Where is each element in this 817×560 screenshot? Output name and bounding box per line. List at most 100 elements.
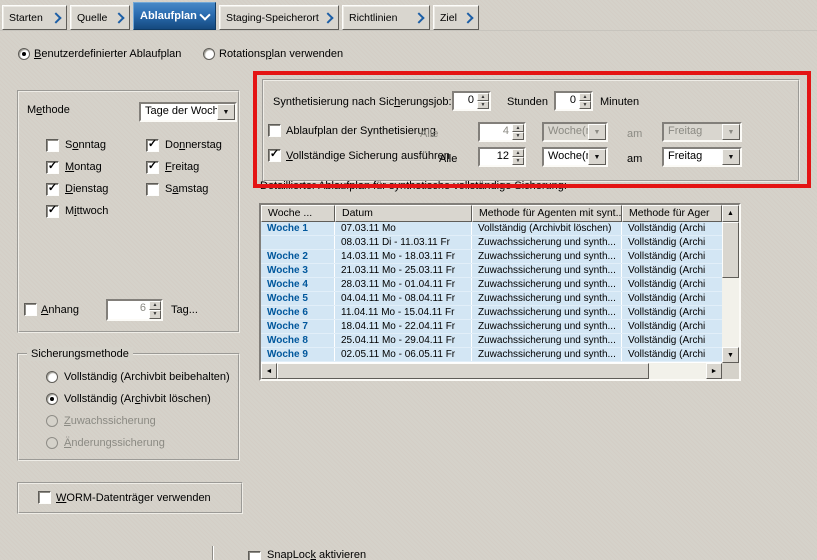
days-type-dropdown[interactable]: Tage der Woche ▼	[139, 102, 237, 122]
spinner-down-icon[interactable]: ▼	[149, 310, 161, 319]
spinner-up-icon[interactable]: ▲	[149, 301, 161, 310]
method2-cell: Vollständig (Archi	[622, 348, 722, 361]
day-checkbox[interactable]: ✓	[46, 161, 59, 174]
spinner-down-icon[interactable]: ▼	[512, 157, 524, 165]
backup-method-radio[interactable]	[46, 393, 58, 405]
day-checkbox[interactable]: ✓	[146, 139, 159, 152]
spinner-up-icon[interactable]: ▲	[512, 124, 524, 132]
tab-richtlinien[interactable]: Richtlinien	[342, 5, 430, 30]
synthesis-schedule-checkbox[interactable]: ✓	[268, 124, 281, 137]
day-label[interactable]: Samstag	[165, 183, 208, 195]
tab-starten[interactable]: Starten	[2, 5, 67, 30]
scroll-down-icon[interactable]: ▼	[722, 347, 739, 363]
table-row[interactable]: Woche 321.03.11 Mo - 25.03.11 FrZuwachss…	[261, 264, 722, 278]
day-item-montag: ✓ Montag	[46, 156, 138, 178]
table-row[interactable]: Woche 214.03.11 Mo - 18.03.11 FrZuwachss…	[261, 250, 722, 264]
column-header-week[interactable]: Woche ...	[261, 205, 335, 222]
rotation-schedule-label[interactable]: Rotationsplan verwenden	[219, 48, 343, 61]
synthesis-interval-spinner[interactable]: 4 ▲▼	[478, 122, 526, 142]
day-label[interactable]: Sonntag	[65, 139, 106, 151]
methode-label: Methode	[27, 104, 70, 117]
synthesis-unit-dropdown[interactable]: Woche(n) ▼	[542, 122, 608, 142]
anhang-label[interactable]: Anhang	[41, 304, 79, 317]
method1-cell: Zuwachssicherung und synth...	[472, 320, 622, 333]
tab-ablaufplan[interactable]: Ablaufplan	[133, 2, 216, 30]
anhang-checkbox[interactable]: ✓	[24, 303, 37, 316]
chevron-down-icon[interactable]: ▼	[722, 124, 740, 140]
tab-label: Starten	[9, 12, 43, 24]
day-item-samstag: ✓ Samstag	[146, 178, 238, 200]
custom-schedule-radio[interactable]	[18, 48, 30, 60]
backup-method-label: Änderungssicherung	[64, 437, 165, 449]
tab-staging-speicherort[interactable]: Staging-Speicherort	[219, 5, 339, 30]
day-label[interactable]: Freitag	[165, 161, 199, 173]
day-checkbox[interactable]: ✓	[46, 139, 59, 152]
date-cell: 08.03.11 Di - 11.03.11 Fr	[335, 236, 472, 249]
snaplock-checkbox[interactable]: ✓	[248, 551, 261, 560]
chevron-down-icon[interactable]: ▼	[588, 124, 606, 140]
days-type-value: Tage der Woche	[141, 104, 217, 120]
scroll-right-icon[interactable]: ►	[706, 363, 722, 379]
full-backup-checkbox[interactable]: ✓	[268, 149, 281, 162]
worm-checkbox[interactable]: ✓	[38, 491, 51, 504]
horizontal-scrollbar-thumb[interactable]	[277, 363, 649, 379]
day-label[interactable]: Donnerstag	[165, 139, 222, 151]
backup-method-option: Vollständig (Archivbit löschen)	[46, 391, 211, 407]
full-day-dropdown[interactable]: Freitag ▼	[662, 147, 742, 167]
vertical-scrollbar[interactable]: ▼	[722, 222, 739, 363]
table-row[interactable]: Woche 718.04.11 Mo - 22.04.11 FrZuwachss…	[261, 320, 722, 334]
horizontal-scrollbar[interactable]: ◄ ►	[261, 363, 722, 379]
anhang-day-spinner[interactable]: 6 ▲▼	[106, 299, 163, 321]
table-row[interactable]: 08.03.11 Di - 11.03.11 FrZuwachssicherun…	[261, 236, 722, 250]
tab-quelle[interactable]: Quelle	[70, 5, 130, 30]
chevron-down-icon[interactable]: ▼	[588, 149, 606, 165]
method2-cell: Vollständig (Archi	[622, 292, 722, 305]
backup-method-option: Änderungssicherung	[46, 435, 165, 451]
full-interval-spinner[interactable]: 12 ▲▼	[478, 147, 526, 167]
spinner-down-icon[interactable]: ▼	[477, 101, 489, 109]
column-header-method1[interactable]: Methode für Agenten mit synt...	[472, 205, 622, 222]
vertical-scrollbar-thumb[interactable]	[722, 222, 739, 278]
day-label[interactable]: Mittwoch	[65, 205, 108, 217]
tab-ziel[interactable]: Ziel	[433, 5, 479, 30]
chevron-right-icon	[413, 12, 424, 23]
snaplock-label[interactable]: SnapLock aktivieren	[267, 549, 366, 560]
day-label[interactable]: Dienstag	[65, 183, 108, 195]
table-row[interactable]: Woche 902.05.11 Mo - 06.05.11 FrZuwachss…	[261, 348, 722, 362]
worm-label[interactable]: WORM-Datenträger verwenden	[56, 492, 211, 505]
table-row[interactable]: Woche 825.04.11 Mo - 29.04.11 FrZuwachss…	[261, 334, 722, 348]
synthesis-schedule-label[interactable]: Ablaufplan der Synthetisierung	[286, 125, 436, 138]
full-unit-dropdown[interactable]: Woche(n) ▼	[542, 147, 608, 167]
day-checkbox[interactable]: ✓	[146, 161, 159, 174]
backup-method-radio[interactable]	[46, 371, 58, 383]
chevron-down-icon[interactable]: ▼	[722, 149, 740, 165]
backup-method-label[interactable]: Vollständig (Archivbit beibehalten)	[64, 371, 230, 383]
backup-method-label[interactable]: Vollständig (Archivbit löschen)	[64, 393, 211, 405]
scroll-up-icon[interactable]: ▲	[722, 205, 739, 222]
table-row[interactable]: Woche 611.04.11 Mo - 15.04.11 FrZuwachss…	[261, 306, 722, 320]
day-checkbox[interactable]: ✓	[46, 205, 59, 218]
day-checkbox[interactable]: ✓	[146, 183, 159, 196]
table-row[interactable]: Woche 504.04.11 Mo - 08.04.11 FrZuwachss…	[261, 292, 722, 306]
spinner-up-icon[interactable]: ▲	[579, 93, 591, 101]
column-header-date[interactable]: Datum	[335, 205, 472, 222]
spinner-down-icon[interactable]: ▼	[579, 101, 591, 109]
day-label[interactable]: Montag	[65, 161, 102, 173]
spinner-up-icon[interactable]: ▲	[477, 93, 489, 101]
week-cell: Woche 1	[261, 222, 335, 235]
table-row[interactable]: Woche 428.03.11 Mo - 01.04.11 FrZuwachss…	[261, 278, 722, 292]
rotation-schedule-radio[interactable]	[203, 48, 215, 60]
table-row[interactable]: Woche 107.03.11 MoVollständig (Archivbit…	[261, 222, 722, 236]
spinner-down-icon[interactable]: ▼	[512, 132, 524, 140]
day-checkbox[interactable]: ✓	[46, 183, 59, 196]
full-backup-label[interactable]: Vollständige Sicherung ausführen	[286, 150, 450, 163]
minutes-spinner[interactable]: 0 ▲▼	[554, 91, 593, 111]
column-header-method2[interactable]: Methode für Ager	[622, 205, 722, 222]
backup-method-option: Zuwachssicherung	[46, 413, 156, 429]
chevron-down-icon[interactable]: ▼	[217, 104, 235, 120]
synthesis-day-dropdown[interactable]: Freitag ▼	[662, 122, 742, 142]
scroll-left-icon[interactable]: ◄	[261, 363, 277, 379]
custom-schedule-label[interactable]: Benutzerdefinierter Ablaufplan	[34, 48, 181, 61]
hours-spinner[interactable]: 0 ▲▼	[452, 91, 491, 111]
spinner-up-icon[interactable]: ▲	[512, 149, 524, 157]
